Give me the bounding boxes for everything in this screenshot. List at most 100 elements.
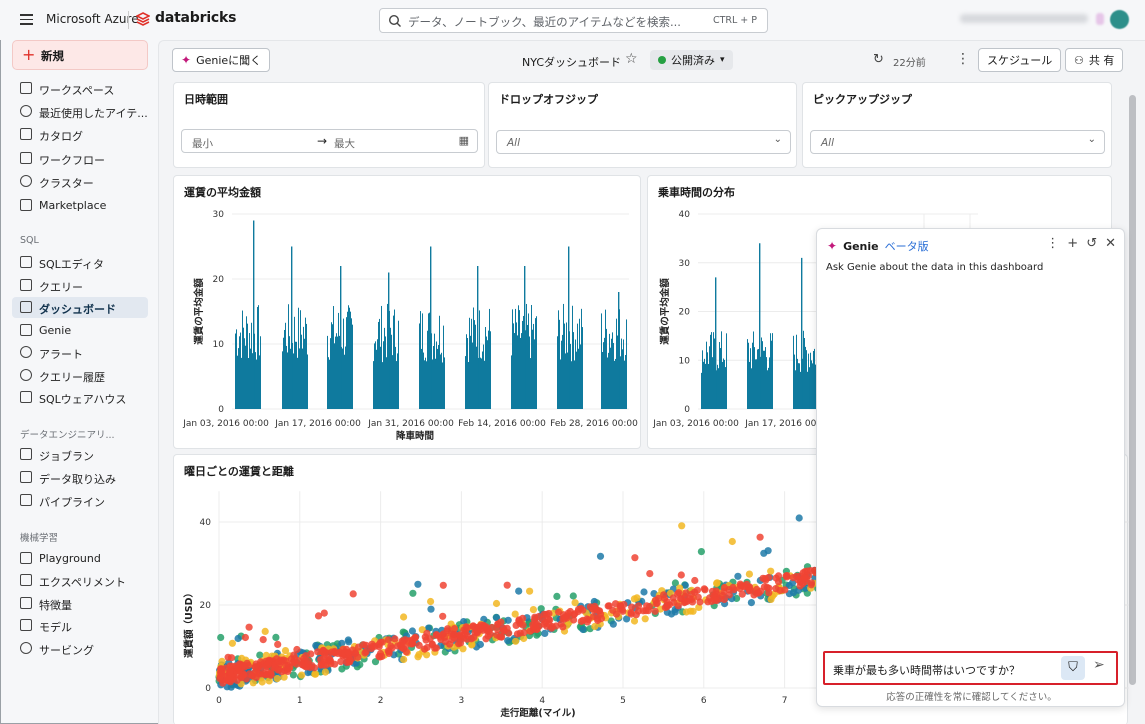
bar: [436, 341, 437, 409]
bar: [482, 351, 483, 409]
plus-icon: +: [22, 45, 36, 64]
sidebar-item-sql-warehouses[interactable]: SQLウェアハウス: [12, 387, 148, 408]
sidebar-item-playground[interactable]: Playground: [12, 548, 148, 569]
x-tick-label: 1: [297, 696, 303, 706]
bar: [237, 355, 238, 409]
sidebar-item-serving[interactable]: サービング: [12, 638, 148, 659]
scatter-point: [674, 602, 682, 610]
dropoff-value: All: [507, 137, 521, 149]
bar: [582, 327, 583, 409]
sidebar-item-job-runs[interactable]: ジョブラン: [12, 444, 148, 465]
date-range-field[interactable]: 最小 → 最大 ▦: [181, 129, 478, 153]
scatter-point: [760, 583, 769, 591]
bar: [564, 323, 565, 409]
bar: [808, 353, 809, 409]
bar: [434, 333, 435, 409]
bar: [306, 323, 307, 409]
sidebar-item-query-history[interactable]: クエリー履歴: [12, 365, 148, 386]
genie-question-input[interactable]: 乗車が最も多い時間帯はいつですか？ ⛉ ➢: [823, 651, 1118, 685]
bar: [749, 361, 750, 409]
scatter-point: [227, 654, 236, 662]
date-min-input[interactable]: 最小: [192, 136, 213, 151]
send-icon[interactable]: ➢: [1093, 657, 1105, 673]
sidebar-item-pipelines[interactable]: パイプライン: [12, 490, 148, 511]
sidebar-item-data-ingestion[interactable]: データ取り込み: [12, 467, 148, 488]
bar: [250, 348, 251, 409]
sidebar-item-label: パイプライン: [39, 496, 105, 509]
bar: [534, 339, 535, 409]
bar: [531, 304, 532, 409]
sidebar-item-recents[interactable]: 最近使用したアイテ...: [12, 101, 148, 122]
star-icon[interactable]: ☆: [625, 51, 638, 67]
scatter-point: [259, 636, 267, 644]
bar: [514, 333, 515, 409]
sidebar-item-catalog[interactable]: カタログ: [12, 124, 148, 145]
sidebar-item-workspace[interactable]: ワークスペース: [12, 78, 148, 99]
bar: [331, 322, 332, 409]
sidebar-item-dashboards[interactable]: ダッシュボード: [12, 297, 148, 318]
share-button[interactable]: ⚇ 共 有: [1065, 48, 1124, 72]
sidebar-item-experiments[interactable]: エクスペリメント: [12, 570, 148, 591]
sidebar-item-alerts[interactable]: アラート: [12, 342, 148, 363]
sidebar-item-queries[interactable]: クエリー: [12, 275, 148, 296]
scatter-point: [439, 581, 447, 589]
workspace-name[interactable]: [960, 14, 1088, 23]
filter-icon[interactable]: ⛉: [1061, 656, 1085, 680]
sidebar-item-models[interactable]: モデル: [12, 615, 148, 636]
date-max-input[interactable]: 最大: [334, 136, 355, 151]
bar: [283, 337, 284, 409]
scatter-point: [646, 570, 654, 578]
scatter-point: [728, 537, 736, 546]
ask-genie-button[interactable]: ✦ Genieに聞く: [172, 48, 271, 72]
menu-icon[interactable]: [20, 14, 33, 25]
search-input[interactable]: データ、ノートブック、最近のアイテムなどを検索... CTRL + P: [379, 8, 768, 33]
dropoff-select[interactable]: All ⌄: [496, 130, 791, 154]
more-options-icon[interactable]: ⋮: [956, 51, 970, 67]
bar: [721, 331, 722, 409]
bar-peak: [524, 266, 526, 409]
brand-divider: [128, 11, 129, 29]
bar: [328, 357, 329, 409]
scatter-point: [384, 636, 393, 644]
sidebar-item-workflows[interactable]: ワークフロー: [12, 148, 148, 169]
history-icon[interactable]: ↺: [1086, 236, 1097, 251]
scatter-point: [259, 663, 267, 672]
add-icon[interactable]: +: [1067, 236, 1078, 251]
bar: [604, 337, 605, 409]
bar: [608, 352, 609, 409]
more-options-icon[interactable]: ⋮: [1046, 236, 1059, 251]
scatter-point: [217, 669, 225, 677]
scatter-point: [488, 623, 496, 632]
bar: [795, 370, 796, 409]
chart-avg-fare: 運賃の平均金額 0 10 20 30 運賃の平均金額 Jan 03, 2016 00:00…: [173, 175, 641, 449]
publish-status-dropdown[interactable]: 公開済み ▾: [650, 50, 733, 70]
scatter-point: [504, 637, 512, 645]
schedule-button[interactable]: スケジュール: [978, 48, 1062, 72]
sidebar-item-clusters[interactable]: クラスター: [12, 171, 148, 192]
bar: [255, 352, 256, 409]
scatter-point: [391, 635, 399, 643]
question-text[interactable]: 乗車が最も多い時間帯はいつですか？: [833, 662, 1020, 678]
new-button[interactable]: + 新規: [12, 40, 148, 70]
bar: [443, 325, 444, 409]
x-tick-label: 0: [216, 696, 222, 706]
sidebar-item-marketplace[interactable]: Marketplace: [12, 195, 148, 216]
sidebar-item-sql-editor[interactable]: SQLエディタ: [12, 252, 148, 273]
scrollbar[interactable]: [1129, 95, 1136, 685]
pickup-select[interactable]: All ⌄: [810, 130, 1105, 154]
scatter-point: [761, 575, 769, 583]
bar: [428, 313, 429, 409]
sidebar-item-genie[interactable]: Genie: [12, 320, 148, 341]
sidebar-item-label: データ取り込み: [39, 473, 116, 486]
bar: [284, 329, 285, 409]
user-icon: ⚇: [1074, 53, 1084, 67]
sidebar-item-features[interactable]: 特徴量: [12, 593, 148, 614]
scatter-point: [463, 624, 471, 632]
close-icon[interactable]: ✕: [1105, 236, 1116, 251]
bar: [257, 306, 258, 409]
x-axis-label: 降車時間: [396, 430, 434, 442]
bar: [704, 358, 705, 409]
refresh-icon[interactable]: ↻: [873, 52, 884, 67]
avatar[interactable]: [1110, 10, 1129, 29]
calendar-icon[interactable]: ▦: [459, 134, 469, 147]
